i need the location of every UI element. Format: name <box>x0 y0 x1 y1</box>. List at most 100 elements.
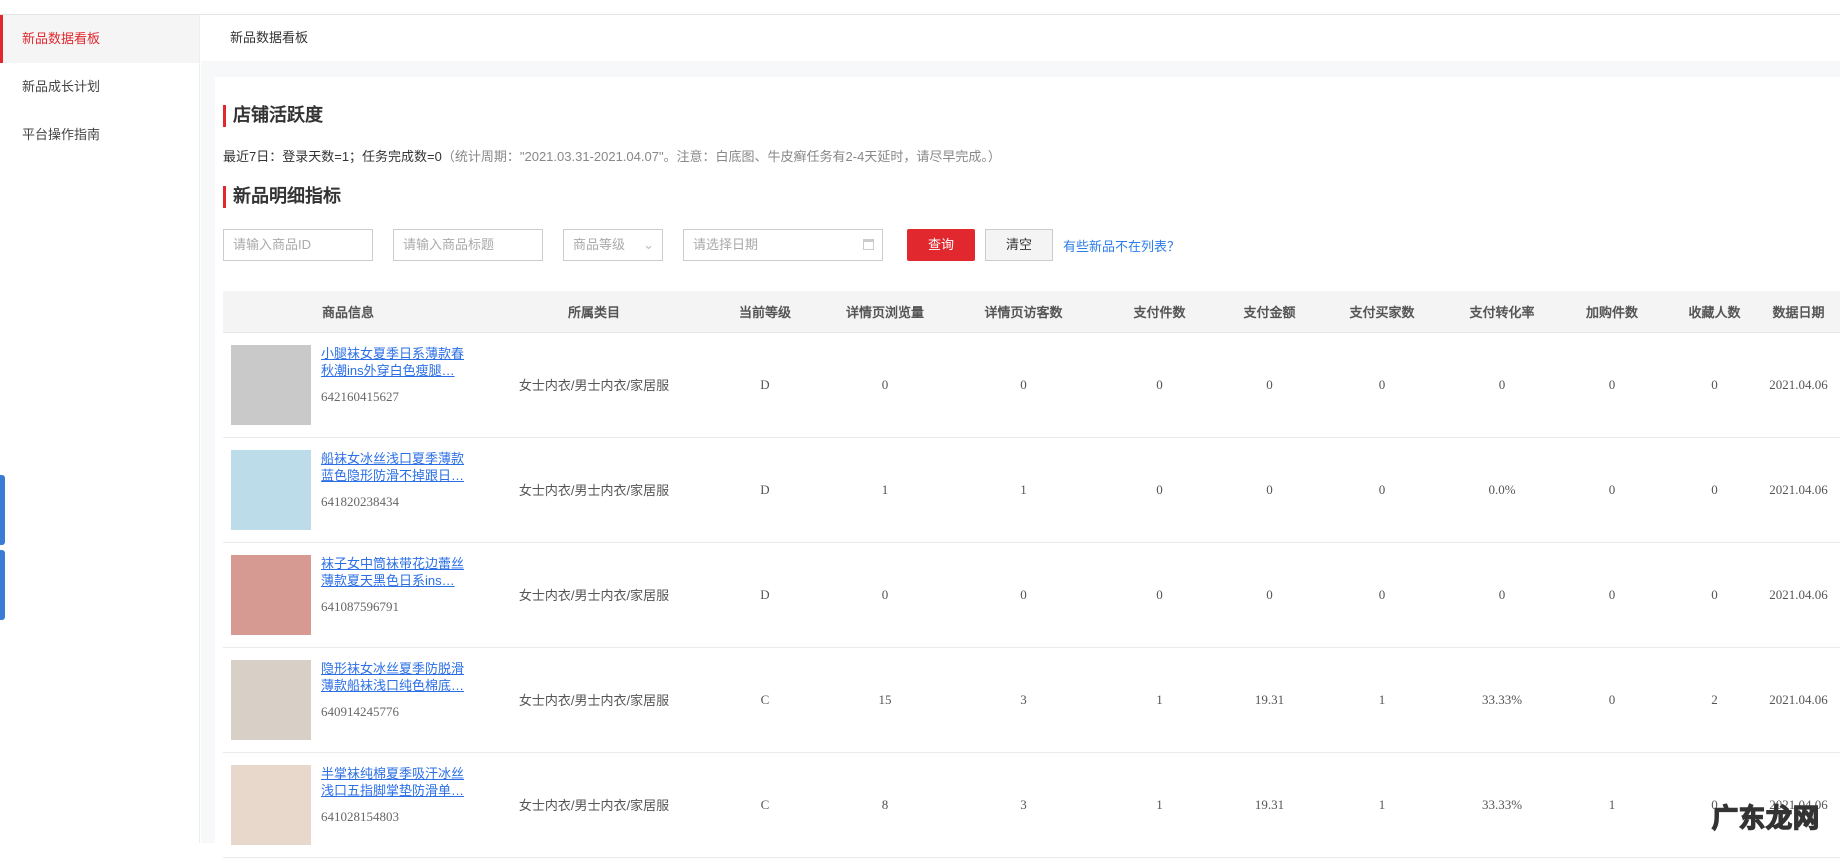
pay_amount-cell: 19.31 <box>1227 752 1312 858</box>
cvr-cell: 0 <box>1452 542 1552 648</box>
table-header-row: 商品信息 所属类目 当前等级 详情页浏览量 详情页访客数 支付件数 支付金额 支付买家数 支付转… <box>223 291 1840 333</box>
column-header: 支付转化率 <box>1452 291 1552 333</box>
sidebar-item-guide[interactable]: 平台操作指南 <box>0 111 199 159</box>
missing-products-help-link[interactable]: 有些新品不在列表？ <box>1063 236 1180 255</box>
cvr-cell: 33.33% <box>1452 647 1552 753</box>
product-id: 641820238434 <box>321 493 399 509</box>
date-cell: 2021.04.06 <box>1757 647 1840 753</box>
level-cell: D <box>715 437 815 543</box>
cart-cell: 0 <box>1552 332 1672 438</box>
chevron-down-icon: ⌄ <box>643 237 654 252</box>
level-cell: D <box>715 332 815 438</box>
watermark-logo: 广东龙网 <box>1711 802 1820 834</box>
pv-cell: 15 <box>815 647 955 753</box>
pay_amount-cell: 0 <box>1227 332 1312 438</box>
activity-title: 店铺活跃度 <box>223 105 323 127</box>
column-header: 所属类目 <box>473 291 715 333</box>
category-cell: 女士内衣/男士内衣/家居服 <box>473 542 715 648</box>
level-select[interactable]: 商品等级 ⌄ <box>563 229 663 261</box>
product-thumbnail[interactable] <box>231 764 311 845</box>
sidebar-item-growth-plan[interactable]: 新品成长计划 <box>0 63 199 111</box>
table-row: 隐形袜女冰丝夏季防脱滑薄款船袜浅口纯色棉底… 640914245776 女士内衣/男… <box>223 647 1840 753</box>
product-title-link[interactable]: 袜子女中筒袜带花边蕾丝薄款夏天黑色日系ins… <box>321 555 471 589</box>
buyers-cell: 0 <box>1312 542 1452 648</box>
pay_items-cell: 0 <box>1092 332 1227 438</box>
cart-cell: 0 <box>1552 647 1672 753</box>
activity-note: （统计周期："2021.03.31-2021.04.07"。注意：白底图、牛皮癣… <box>441 149 1001 164</box>
product-id: 640914245776 <box>321 703 399 719</box>
side-float-tab[interactable] <box>0 550 5 620</box>
product-id: 641087596791 <box>321 598 399 614</box>
product-info-cell: 半掌袜纯棉夏季吸汗冰丝浅口五指脚掌垫防滑单… 641028154803 <box>223 752 473 858</box>
product-id-input[interactable]: 请输入商品ID <box>223 229 373 261</box>
column-header: 支付买家数 <box>1312 291 1452 333</box>
category-cell: 女士内衣/男士内衣/家居服 <box>473 332 715 438</box>
cvr-cell: 0 <box>1452 332 1552 438</box>
column-header: 详情页访客数 <box>955 291 1092 333</box>
product-id: 641028154803 <box>321 808 399 824</box>
category-cell: 女士内衣/男士内衣/家居服 <box>473 752 715 858</box>
pay_items-cell: 1 <box>1092 752 1227 858</box>
date-picker[interactable]: 请选择日期 <box>683 229 883 261</box>
product-thumbnail[interactable] <box>231 344 311 425</box>
buyers-cell: 0 <box>1312 437 1452 543</box>
detail-title: 新品明细指标 <box>223 186 341 208</box>
product-id: 642160415627 <box>321 388 399 404</box>
product-title-input[interactable]: 请输入商品标题 <box>393 229 543 261</box>
side-float-tab[interactable] <box>0 475 5 545</box>
table-row: 船袜女冰丝浅口夏季薄款蓝色隐形防滑不掉跟日… 641820238434 女士内衣/男… <box>223 437 1840 543</box>
clear-button[interactable]: 清空 <box>985 229 1053 261</box>
column-header: 数据日期 <box>1757 291 1840 333</box>
calendar-icon <box>863 239 874 250</box>
cvr-cell: 33.33% <box>1452 752 1552 858</box>
fav-cell: 0 <box>1672 332 1757 438</box>
level-cell: C <box>715 647 815 753</box>
column-header: 商品信息 <box>223 291 473 333</box>
pv-cell: 8 <box>815 752 955 858</box>
product-info-cell: 隐形袜女冰丝夏季防脱滑薄款船袜浅口纯色棉底… 640914245776 <box>223 647 473 753</box>
table-row: 半掌袜纯棉夏季吸汗冰丝浅口五指脚掌垫防滑单… 641028154803 女士内衣/男… <box>223 752 1840 858</box>
buyers-cell: 1 <box>1312 752 1452 858</box>
pay_items-cell: 0 <box>1092 542 1227 648</box>
uv-cell: 0 <box>955 542 1092 648</box>
column-header: 详情页浏览量 <box>815 291 955 333</box>
query-button[interactable]: 查询 <box>907 229 975 261</box>
buyers-cell: 0 <box>1312 332 1452 438</box>
product-metrics-table: 商品信息 所属类目 当前等级 详情页浏览量 详情页访客数 支付件数 支付金额 支付买家数 支付转… <box>223 291 1840 858</box>
uv-cell: 3 <box>955 752 1092 858</box>
column-header: 当前等级 <box>715 291 815 333</box>
fav-cell: 0 <box>1672 437 1757 543</box>
product-title-link[interactable]: 小腿袜女夏季日系薄款春秋潮ins外穿白色瘦腿… <box>321 345 471 379</box>
sidebar-item-dashboard[interactable]: 新品数据看板 <box>0 15 199 63</box>
column-header: 收藏人数 <box>1672 291 1757 333</box>
product-title-link[interactable]: 船袜女冰丝浅口夏季薄款蓝色隐形防滑不掉跟日… <box>321 450 471 484</box>
activity-stats: 最近7日：登录天数=1；任务完成数=0（统计周期："2021.03.31-202… <box>223 146 1001 165</box>
product-info-cell: 袜子女中筒袜带花边蕾丝薄款夏天黑色日系ins… 641087596791 <box>223 542 473 648</box>
breadcrumb: 新品数据看板 <box>230 30 309 45</box>
date-cell: 2021.04.06 <box>1757 437 1840 543</box>
date-cell: 2021.04.06 <box>1757 332 1840 438</box>
level-select-value: 商品等级 <box>573 237 626 252</box>
column-header: 支付件数 <box>1092 291 1227 333</box>
cart-cell: 0 <box>1552 542 1672 648</box>
category-cell: 女士内衣/男士内衣/家居服 <box>473 437 715 543</box>
pv-cell: 0 <box>815 542 955 648</box>
sidebar: 新品数据看板 新品成长计划 平台操作指南 <box>0 15 200 843</box>
product-title-link[interactable]: 隐形袜女冰丝夏季防脱滑薄款船袜浅口纯色棉底… <box>321 660 471 694</box>
column-header: 支付金额 <box>1227 291 1312 333</box>
product-thumbnail[interactable] <box>231 449 311 530</box>
product-title-link[interactable]: 半掌袜纯棉夏季吸汗冰丝浅口五指脚掌垫防滑单… <box>321 765 471 799</box>
pay_items-cell: 1 <box>1092 647 1227 753</box>
pay_items-cell: 0 <box>1092 437 1227 543</box>
product-thumbnail[interactable] <box>231 554 311 635</box>
cart-cell: 0 <box>1552 437 1672 543</box>
product-thumbnail[interactable] <box>231 659 311 740</box>
level-cell: D <box>715 542 815 648</box>
cvr-cell: 0.0% <box>1452 437 1552 543</box>
category-cell: 女士内衣/男士内衣/家居服 <box>473 647 715 753</box>
pay_amount-cell: 19.31 <box>1227 647 1312 753</box>
cart-cell: 1 <box>1552 752 1672 858</box>
level-cell: C <box>715 752 815 858</box>
column-header: 加购件数 <box>1552 291 1672 333</box>
table-row: 小腿袜女夏季日系薄款春秋潮ins外穿白色瘦腿… 642160415627 女士内衣/… <box>223 332 1840 438</box>
